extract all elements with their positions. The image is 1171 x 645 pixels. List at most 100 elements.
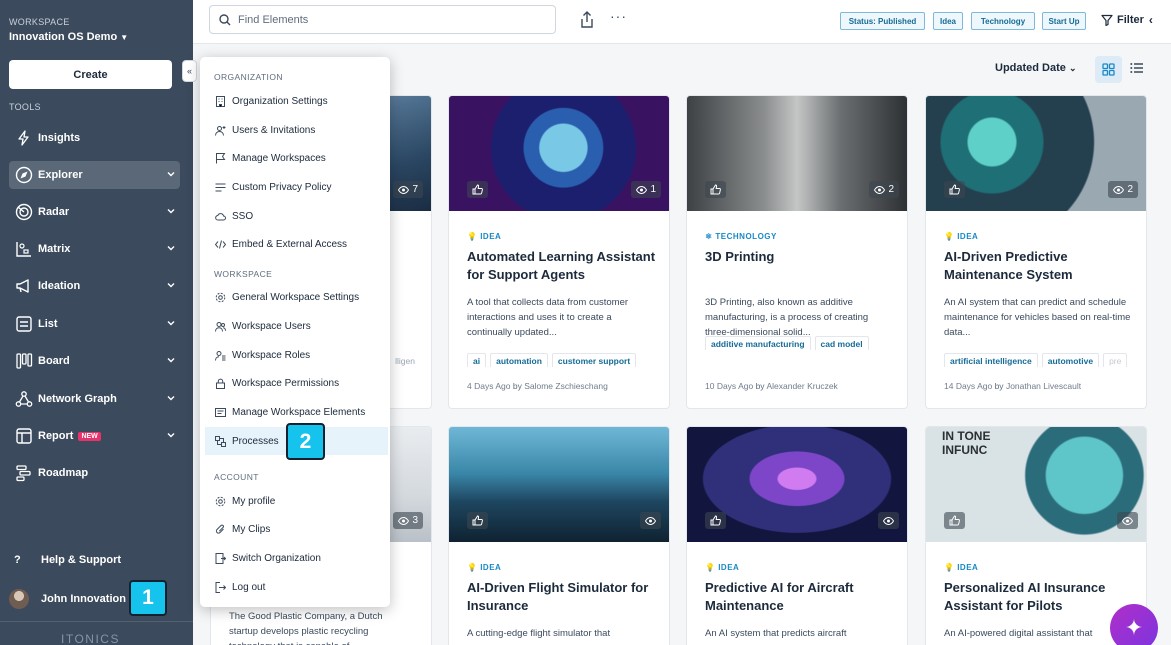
building-icon xyxy=(215,95,226,107)
search-placeholder: Find Elements xyxy=(238,13,309,26)
more-options-icon[interactable]: ··· xyxy=(610,8,627,24)
card-meta: 4 Days Ago by Salome Zschieschang xyxy=(467,381,608,391)
like-button[interactable] xyxy=(944,181,965,198)
tag[interactable]: pre xyxy=(1103,353,1128,367)
lightbulb-icon: 💡 xyxy=(467,563,478,572)
menu-item-users-invitations[interactable]: Users & Invitations xyxy=(205,116,388,144)
element-card[interactable]: 💡 IDEA AI-Driven Flight Simulator for In… xyxy=(448,426,670,645)
menu-item-embed-external-access[interactable]: Embed & External Access xyxy=(205,230,388,258)
filter-chip-idea[interactable]: Idea xyxy=(933,12,963,30)
card-title[interactable]: Predictive AI for Aircraft Maintenance xyxy=(705,579,900,615)
ai-assistant-button[interactable]: ✦ xyxy=(1110,604,1158,645)
menu-item-workspace-permissions[interactable]: Workspace Permissions xyxy=(205,369,388,397)
workspace-name: Innovation OS Demo xyxy=(9,31,118,43)
card-description: The Good Plastic Company, a Dutch startu… xyxy=(229,611,383,645)
sidebar-item-insights[interactable]: Insights xyxy=(9,124,180,152)
sidebar-item-matrix[interactable]: Matrix xyxy=(9,235,180,263)
grid-view-button[interactable] xyxy=(1095,56,1122,83)
sidebar-item-network-graph[interactable]: Network Graph xyxy=(9,385,180,413)
chevron-down-icon[interactable] xyxy=(166,318,176,328)
card-tags: ai automation customer support xyxy=(467,351,662,367)
chevron-down-icon: ⌄ xyxy=(1068,63,1077,73)
sort-dropdown[interactable]: Updated Date ⌄ xyxy=(995,62,1077,74)
tag[interactable]: cad model xyxy=(814,336,869,350)
workspace-label: WORKSPACE xyxy=(9,17,70,27)
menu-item-switch-organization[interactable]: Switch Organization xyxy=(205,544,388,572)
element-card[interactable]: 💡 IDEA Predictive AI for Aircraft Mainte… xyxy=(686,426,908,645)
element-card[interactable]: 2 💡 IDEA AI-Driven Predictive Maintenanc… xyxy=(925,95,1147,409)
workspace-switcher[interactable]: Innovation OS Demo ▼ xyxy=(9,31,128,43)
like-button[interactable] xyxy=(944,512,965,529)
card-title[interactable]: AI-Driven Predictive Maintenance System xyxy=(944,248,1139,284)
sidebar-item-list[interactable]: List xyxy=(9,310,180,338)
network-icon xyxy=(9,390,38,408)
tag[interactable]: automation xyxy=(490,353,548,367)
sidebar-item-board[interactable]: Board xyxy=(9,347,180,375)
like-button[interactable] xyxy=(467,512,488,529)
menu-item-general-workspace-settings[interactable]: General Workspace Settings xyxy=(205,283,388,311)
step-marker: 1 xyxy=(129,580,167,616)
itonics-logo: ITONICS xyxy=(61,632,120,645)
search-input[interactable]: Find Elements xyxy=(209,5,556,34)
board-icon xyxy=(9,352,38,370)
chevron-down-icon[interactable] xyxy=(166,243,176,253)
chevron-down-icon[interactable] xyxy=(166,430,176,440)
card-description: An AI-powered digital assistant that xyxy=(944,628,1093,639)
lightning-icon xyxy=(9,130,38,146)
filter-chip-startup[interactable]: Start Up xyxy=(1042,12,1086,30)
collapse-sidebar-button[interactable]: « xyxy=(182,60,197,82)
tag[interactable]: additive manufacturing xyxy=(705,336,811,350)
chevron-down-icon[interactable] xyxy=(166,169,176,179)
menu-item-log-out[interactable]: Log out xyxy=(205,573,388,601)
sidebar-item-ideation[interactable]: Ideation xyxy=(9,272,180,300)
sidebar-item-label: Roadmap xyxy=(38,467,89,479)
element-card[interactable]: 1 💡 IDEA Automated Learning Assistant fo… xyxy=(448,95,670,409)
tag[interactable]: artificial intelligence xyxy=(944,353,1038,367)
menu-item-organization-settings[interactable]: Organization Settings xyxy=(205,87,388,115)
filter-label: Filter xyxy=(1117,14,1144,26)
card-title[interactable]: 3D Printing xyxy=(705,248,900,266)
menu-item-sso[interactable]: SSO xyxy=(205,202,388,230)
chevron-down-icon[interactable] xyxy=(166,280,176,290)
tag[interactable]: ai xyxy=(467,353,487,367)
list-view-icon[interactable] xyxy=(1130,61,1144,75)
menu-item-workspace-roles[interactable]: Workspace Roles xyxy=(205,341,388,369)
sidebar-item-radar[interactable]: Radar xyxy=(9,198,180,226)
element-card[interactable]: IN TONE INFUNC 💡 IDEA Personalized AI Ins… xyxy=(925,426,1147,645)
share-icon[interactable] xyxy=(580,11,594,28)
search-icon xyxy=(219,13,231,25)
filter-chip-technology[interactable]: Technology xyxy=(971,12,1035,30)
card-title[interactable]: Personalized AI Insurance Assistant for … xyxy=(944,579,1139,615)
help-support-link[interactable]: ? Help & Support xyxy=(9,554,121,566)
eye-icon xyxy=(645,516,656,525)
chevron-down-icon[interactable] xyxy=(166,206,176,216)
matrix-icon xyxy=(9,240,38,258)
menu-item-workspace-users[interactable]: Workspace Users xyxy=(205,312,388,340)
tools-label: TOOLS xyxy=(9,102,41,112)
chevron-down-icon[interactable] xyxy=(166,393,176,403)
sidebar-item-explorer[interactable]: Explorer xyxy=(9,161,180,189)
sidebar-item-report[interactable]: Report NEW xyxy=(9,422,180,450)
menu-item-my-clips[interactable]: My Clips xyxy=(205,515,388,543)
menu-item-manage-workspaces[interactable]: Manage Workspaces xyxy=(205,144,388,172)
tag[interactable]: automotive xyxy=(1041,353,1100,367)
element-card[interactable]: 2 ⚛ TECHNOLOGY 3D Printing 3D Printing, … xyxy=(686,95,908,409)
menu-item-custom-privacy-policy[interactable]: Custom Privacy Policy xyxy=(205,173,388,201)
views-count: 3 xyxy=(412,515,418,526)
menu-item-manage-workspace-elements[interactable]: Manage Workspace Elements xyxy=(205,398,388,426)
chevron-down-icon[interactable] xyxy=(166,355,176,365)
like-button[interactable] xyxy=(467,181,488,198)
card-title[interactable]: Automated Learning Assistant for Support… xyxy=(467,248,662,284)
filter-chip-status[interactable]: Status: Published xyxy=(840,12,925,30)
create-button[interactable]: Create xyxy=(9,60,172,89)
sidebar-item-roadmap[interactable]: Roadmap xyxy=(9,459,180,487)
tag[interactable]: customer support xyxy=(551,353,637,367)
like-button[interactable] xyxy=(705,181,726,198)
text-lines-icon xyxy=(215,182,226,193)
like-button[interactable] xyxy=(705,512,726,529)
card-title[interactable]: AI-Driven Flight Simulator for Insurance xyxy=(467,579,662,615)
filter-button[interactable]: Filter ‹ xyxy=(1101,13,1153,27)
menu-item-my-profile[interactable]: My profile xyxy=(205,487,388,515)
card-type: ⚛ TECHNOLOGY xyxy=(705,232,777,241)
user-menu[interactable]: John Innovation xyxy=(9,589,126,609)
